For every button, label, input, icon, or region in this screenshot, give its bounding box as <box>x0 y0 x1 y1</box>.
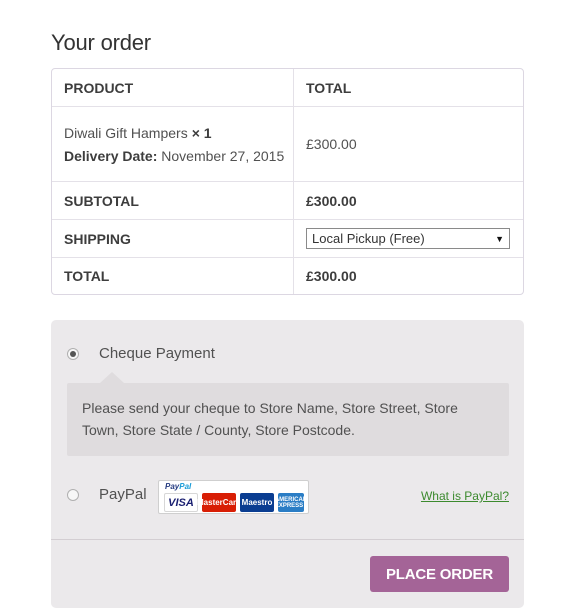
order-total-value: £300.00 <box>306 268 357 284</box>
place-order-button[interactable]: PLACE ORDER <box>370 556 509 592</box>
product-name: Diwali Gift Hampers <box>64 124 188 141</box>
cheque-radio[interactable] <box>67 347 79 360</box>
payment-section: Cheque Payment Please send your cheque t… <box>51 320 524 608</box>
paypal-acceptance-logo: PayPal VISA MasterCard Maestro AMERICAN … <box>158 480 309 514</box>
table-header-row: PRODUCT TOTAL <box>52 69 523 106</box>
paypal-radio[interactable] <box>67 488 79 501</box>
table-row: Diwali Gift Hampers × 1 Delivery Date: No… <box>52 106 523 181</box>
subtotal-label: SUBTOTAL <box>52 182 294 219</box>
product-cell: Diwali Gift Hampers × 1 Delivery Date: No… <box>52 107 294 181</box>
subtotal-value: £300.00 <box>306 192 357 209</box>
cheque-description: Please send your cheque to Store Name, S… <box>67 372 509 456</box>
shipping-label: SHIPPING <box>52 220 294 257</box>
page-title: Your order <box>51 30 151 55</box>
payment-method-cheque[interactable]: Cheque Payment <box>67 345 215 362</box>
order-total-row: TOTAL £300.00 <box>52 257 523 294</box>
payment-method-paypal[interactable]: PayPal <box>67 486 147 503</box>
order-total-label: TOTAL <box>52 258 294 294</box>
col-header-product: PRODUCT <box>52 69 294 106</box>
radio-selected-dot <box>70 350 76 357</box>
product-total: £300.00 <box>306 136 357 152</box>
visa-card-icon: VISA <box>164 493 198 512</box>
shipping-method-select[interactable]: Local Pickup (Free) ▼ <box>306 228 510 249</box>
what-is-paypal-link[interactable]: What is PayPal? <box>421 489 509 503</box>
shipping-selected-value: Local Pickup (Free) <box>312 231 425 246</box>
cheque-label[interactable]: Cheque Payment <box>99 345 215 362</box>
shipping-cell: Local Pickup (Free) ▼ <box>294 220 523 257</box>
mastercard-card-icon: MasterCard <box>197 493 241 512</box>
order-review-table: PRODUCT TOTAL Diwali Gift Hampers × 1 Del… <box>51 68 524 295</box>
shipping-row: SHIPPING Local Pickup (Free) ▼ <box>52 219 523 257</box>
delivery-date-label: Delivery Date: <box>64 147 158 164</box>
col-header-total: TOTAL <box>306 79 352 96</box>
dropdown-arrow-icon: ▼ <box>495 233 504 244</box>
divider <box>51 539 524 540</box>
paypal-label[interactable]: PayPal <box>99 486 147 503</box>
delivery-date-line: Delivery Date: November 27, 2015 <box>64 148 284 164</box>
product-line: Diwali Gift Hampers × 1 <box>64 125 284 141</box>
product-quantity: × 1 <box>191 124 212 141</box>
maestro-card-icon: Maestro <box>240 493 274 512</box>
subtotal-row: SUBTOTAL £300.00 <box>52 181 523 219</box>
paypal-brand-text: PayPal <box>165 482 192 491</box>
amex-card-icon: AMERICAN EXPRESS <box>275 493 307 512</box>
delivery-date-value: November 27, 2015 <box>161 147 285 164</box>
